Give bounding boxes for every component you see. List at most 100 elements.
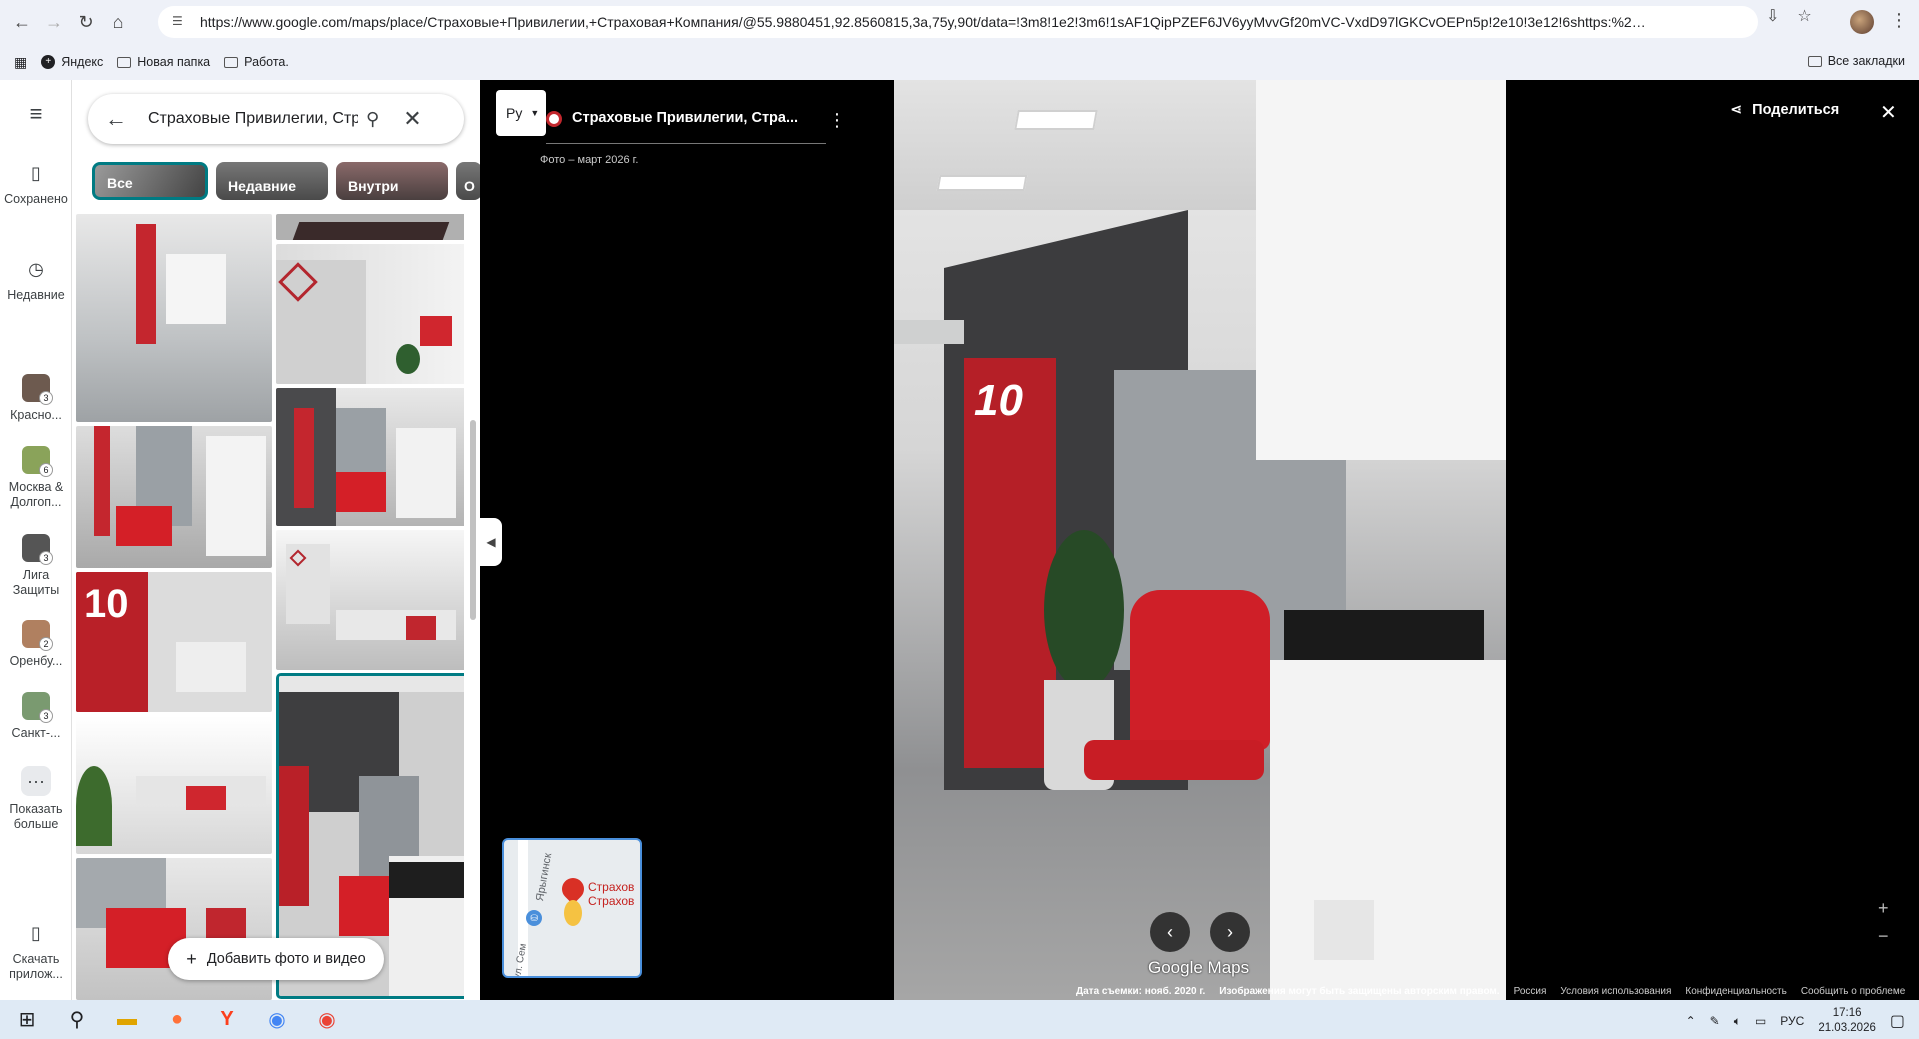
search-box: ← Страховые Привилегии, Стр ⚲ ✕ (88, 94, 464, 144)
close-viewer-icon[interactable]: ✕ (1880, 100, 1897, 125)
folder-icon (1807, 55, 1822, 67)
maps-rail: ≡ ▯ Сохранено ◷ Недавние 3 Красно... 6 Москв… (0, 80, 72, 1000)
rail-place-1[interactable]: 3 Красно... (0, 374, 72, 423)
forward-icon[interactable]: → (38, 6, 70, 38)
viewer-place-title[interactable]: Страховые Привилегии, Стра... ⋮ (546, 110, 846, 144)
pen-icon[interactable]: ✎ (1710, 1014, 1720, 1028)
capture-date: Дата съемки: нояб. 2020 г. (1076, 986, 1206, 997)
photo-thumb[interactable] (276, 244, 464, 384)
pegman-icon (564, 900, 582, 926)
back-arrow-icon[interactable]: ← (98, 106, 134, 132)
share-button[interactable]: ⋖ Поделиться (1730, 102, 1839, 118)
collapse-panel-button[interactable]: ◀ (480, 518, 502, 566)
home-icon[interactable]: ⌂ (102, 6, 134, 38)
bookmark-yandex[interactable]: + Яндекс (41, 55, 103, 69)
minimap[interactable]: Ярыгинск ул. Сем ⛁ Страхов Страхов (502, 838, 642, 978)
rail-recent[interactable]: ◷ Недавние (0, 256, 72, 303)
volume-icon[interactable]: 🔈︎ (1734, 1014, 1741, 1029)
terms-link[interactable]: Условия использования (1560, 986, 1671, 1000)
profile-avatar[interactable] (1850, 10, 1874, 34)
history-icon: ◷ (28, 258, 44, 279)
zoom-controls: + − (1878, 894, 1889, 950)
more-options-icon[interactable]: ⋮ (828, 110, 846, 131)
photo-thumb[interactable] (276, 214, 464, 240)
prev-photo-button[interactable]: ‹ (1150, 912, 1190, 952)
search-input[interactable]: Страховые Привилегии, Стр (148, 110, 358, 128)
firefox-icon[interactable]: ● (160, 1003, 194, 1037)
report-problem-link[interactable]: Сообщить о проблеме (1801, 986, 1905, 1000)
rail-download-app[interactable]: ▯ Скачать прилож... (0, 920, 72, 982)
network-icon[interactable]: ▭ (1755, 1014, 1766, 1028)
site-info-icon[interactable]: ☰ (172, 14, 188, 30)
chip-all[interactable]: Все (92, 162, 208, 200)
photo-thumb[interactable] (76, 716, 272, 854)
notifications-icon[interactable]: ▢ (1890, 1011, 1905, 1031)
chrome-profile-icon[interactable]: ◉ (310, 1003, 344, 1037)
reload-icon[interactable]: ↻ (70, 6, 102, 38)
place-logo (546, 111, 562, 127)
rail-place-2[interactable]: 6 Москва & Долгоп... (0, 446, 72, 510)
bookmark-star-icon[interactable]: ☆ (1797, 6, 1811, 26)
caret-down-icon: ▼ (530, 108, 540, 118)
input-language[interactable]: РУС (1780, 1014, 1804, 1028)
place-thumbnail: 2 (22, 620, 53, 651)
close-icon[interactable]: ✕ (403, 106, 421, 132)
zoom-in-button[interactable]: + (1878, 894, 1889, 922)
rail-place-4[interactable]: 2 Оренбу... (0, 620, 72, 669)
minimap-place-label: Страхов Страхов (588, 880, 635, 908)
rail-saved[interactable]: ▯ Сохранено (0, 160, 72, 207)
clock[interactable]: 17:16 21.03.2026 (1818, 1006, 1876, 1036)
main-photo[interactable]: 10 (894, 80, 1506, 1000)
chevron-left-icon: ‹ (1167, 921, 1173, 942)
chrome-icon[interactable]: ◉ (260, 1003, 294, 1037)
rail-place-3[interactable]: 3 Лига Защиты (0, 534, 72, 598)
place-thumbnail: 3 (22, 692, 53, 723)
url-actions: ⇩ ☆ (1766, 6, 1812, 26)
chip-recent[interactable]: Недавние (216, 162, 328, 200)
country-link[interactable]: Россия (1514, 986, 1547, 1000)
bookmark-new-folder[interactable]: Новая папка (117, 55, 210, 69)
install-icon[interactable]: ⇩ (1766, 6, 1779, 26)
photo-thumb[interactable] (76, 426, 272, 568)
photo-thumb[interactable] (276, 388, 464, 526)
chevron-left-icon: ◀ (486, 535, 496, 549)
next-photo-button[interactable]: › (1210, 912, 1250, 952)
photo-thumb[interactable]: 10 (76, 572, 272, 712)
photo-grid: 10 (76, 214, 464, 1000)
plus-icon: + (41, 55, 56, 69)
lock-icon: ⛁ (526, 910, 542, 926)
panel-scrollbar[interactable] (470, 420, 476, 620)
rail-place-5[interactable]: 3 Санкт-... (0, 692, 72, 741)
search-icon[interactable]: ⚲ (60, 1003, 94, 1037)
all-bookmarks[interactable]: Все закладки (1807, 54, 1905, 68)
more-dots-icon: ··· (21, 766, 51, 796)
apps-grid-icon[interactable]: ▦ (14, 54, 27, 71)
zoom-out-button[interactable]: − (1878, 922, 1889, 950)
browser-menu-icon[interactable]: ⋮ (1890, 10, 1908, 31)
language-select[interactable]: Ру ▼ (496, 90, 546, 136)
bookmarks-bar: ▦ + Яндекс Новая папка Работа. Все заклад… (0, 44, 1919, 80)
privacy-link[interactable]: Конфиденциальность (1685, 986, 1786, 1000)
bookmark-icon: ▯ (31, 162, 41, 183)
chip-inside[interactable]: Внутри (336, 162, 448, 200)
windows-start-icon[interactable]: ⊞ (10, 1003, 44, 1037)
yandex-browser-icon[interactable]: Y (210, 1003, 244, 1037)
add-photo-button[interactable]: + Добавить фото и видео (168, 938, 384, 980)
search-icon[interactable]: ⚲ (366, 109, 379, 130)
photo-thumb[interactable] (76, 214, 272, 422)
file-explorer-icon[interactable]: ▬ (110, 1003, 144, 1037)
chevron-up-icon[interactable]: ⌃ (1686, 1014, 1696, 1028)
bookmark-work[interactable]: Работа. (224, 55, 289, 69)
google-maps-logo: Google Maps (1148, 958, 1250, 977)
chevron-right-icon: › (1227, 921, 1233, 942)
phone-icon: ▯ (31, 922, 41, 943)
address-bar[interactable]: ☰ https://www.google.com/maps/place/Стра… (158, 6, 1758, 38)
back-icon[interactable]: ← (6, 6, 38, 38)
url-text: https://www.google.com/maps/place/Страхо… (200, 14, 1650, 30)
photo-thumb[interactable] (276, 530, 464, 670)
chip-more[interactable]: О (456, 162, 482, 200)
place-thumbnail: 6 (22, 446, 53, 477)
folder-icon (224, 56, 239, 68)
rail-menu[interactable]: ≡ (0, 100, 72, 132)
rail-show-more[interactable]: ··· Показать больше (0, 766, 72, 832)
